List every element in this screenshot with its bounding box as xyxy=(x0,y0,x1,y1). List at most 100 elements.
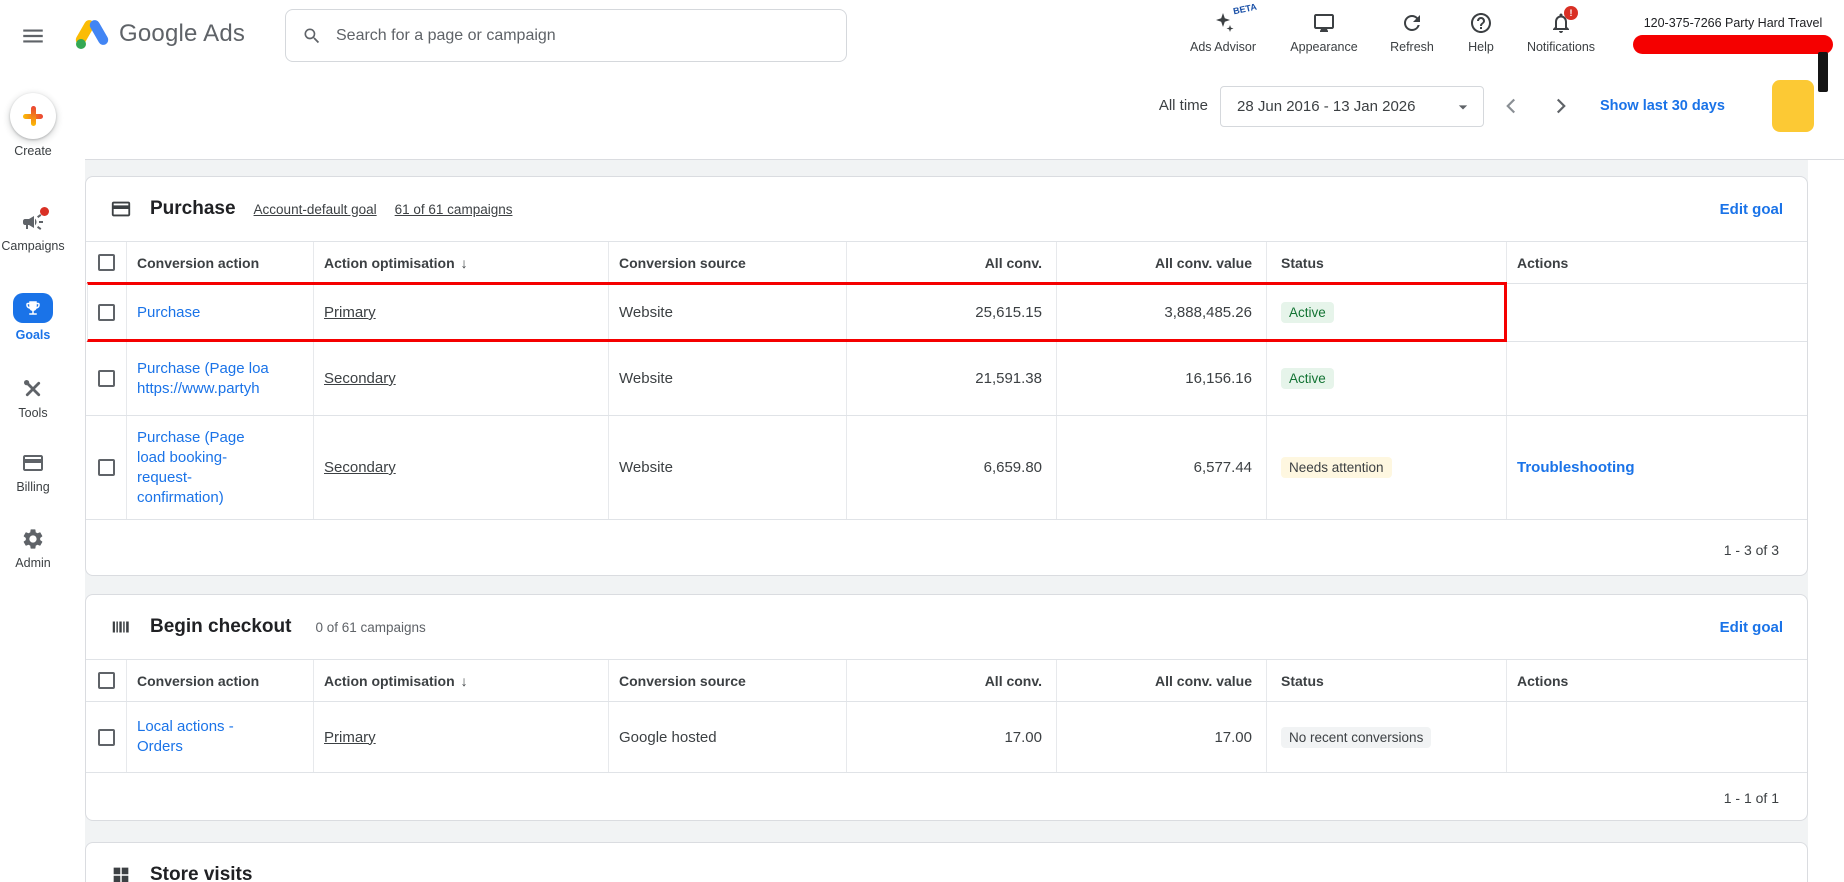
campaigns-count-link[interactable]: 61 of 61 campaigns xyxy=(395,202,513,217)
action-optimisation-value[interactable]: Primary xyxy=(324,729,376,746)
scrollbar-thumb[interactable] xyxy=(1818,52,1828,92)
google-ads-logo-mark xyxy=(73,18,111,50)
sidebar-item-label: Campaigns xyxy=(1,239,65,253)
conversion-source-value: Website xyxy=(619,370,673,387)
edit-goal-link[interactable]: Edit goal xyxy=(1720,201,1783,218)
action-optimisation-value[interactable]: Primary xyxy=(324,304,376,321)
sidebar-item-create[interactable]: Create xyxy=(0,93,66,158)
select-all-checkbox[interactable] xyxy=(97,254,115,271)
col-all-conv-value[interactable]: All conv. value xyxy=(1056,660,1266,701)
sidebar-item-tools[interactable]: Tools xyxy=(0,377,66,420)
top-bar: Google Ads BETA Ads Advisor Appearance xyxy=(0,0,1844,73)
account-name: 120-375-7266 Party Hard Travel xyxy=(1643,16,1823,30)
select-all-checkbox[interactable] xyxy=(97,672,115,689)
col-conversion-action[interactable]: Conversion action xyxy=(126,660,313,701)
col-all-conv-value[interactable]: All conv. value xyxy=(1056,242,1266,283)
campaigns-notification-dot xyxy=(40,207,49,216)
goal-card-purchase: Purchase Account-default goal 61 of 61 c… xyxy=(85,176,1808,576)
previous-period-button[interactable] xyxy=(1498,93,1524,119)
sidebar-item-billing[interactable]: Billing xyxy=(0,451,66,494)
conversion-source-value: Google hosted xyxy=(619,728,717,746)
goal-title: Begin checkout xyxy=(150,616,292,637)
account-default-goal-link[interactable]: Account-default goal xyxy=(254,202,377,217)
begin-checkout-goal-icon xyxy=(110,616,132,638)
sidebar-item-label: Billing xyxy=(16,480,50,494)
menu-icon[interactable] xyxy=(20,23,46,49)
troubleshooting-link[interactable]: Troubleshooting xyxy=(1517,459,1635,476)
edit-goal-link[interactable]: Edit goal xyxy=(1720,619,1783,636)
pagination-range: 1 - 1 of 1 xyxy=(1723,790,1779,806)
conversion-action-link[interactable]: Local actions - Orders xyxy=(137,717,234,757)
nav-label: Refresh xyxy=(1390,40,1434,54)
nav-appearance[interactable]: Appearance xyxy=(1289,11,1359,54)
action-optimisation-value[interactable]: Secondary xyxy=(324,459,396,476)
all-conv-value-cell: 6,577.44 xyxy=(1193,459,1252,476)
pagination-range: 1 - 3 of 3 xyxy=(1723,541,1779,558)
table-header-row: Conversion action Action optimisation ↓ C… xyxy=(86,659,1807,702)
col-actions: Actions xyxy=(1506,242,1807,283)
date-range-picker[interactable]: 28 Jun 2016 - 13 Jan 2026 xyxy=(1220,86,1484,127)
show-last-30-days-link[interactable]: Show last 30 days xyxy=(1600,98,1725,114)
col-action-optimisation[interactable]: Action optimisation ↓ xyxy=(313,242,608,283)
search-icon xyxy=(302,26,322,46)
feedback-tab[interactable] xyxy=(1772,80,1814,132)
next-period-button[interactable] xyxy=(1548,93,1574,119)
chevron-down-icon xyxy=(1453,97,1473,117)
col-all-conv[interactable]: All conv. xyxy=(846,660,1056,701)
pagination: 1 - 3 of 3 xyxy=(86,520,1807,575)
status-badge: Active xyxy=(1281,368,1334,389)
refresh-icon xyxy=(1400,11,1424,35)
col-conversion-source[interactable]: Conversion source xyxy=(608,242,846,283)
trophy-icon xyxy=(13,293,53,323)
sidebar-item-campaigns[interactable]: Campaigns xyxy=(0,207,66,253)
goal-title: Purchase xyxy=(150,198,236,219)
appearance-icon xyxy=(1312,11,1336,35)
search-bar[interactable] xyxy=(285,9,847,62)
status-badge: Needs attention xyxy=(1281,457,1392,478)
goal-card-partial: Store visits xyxy=(85,842,1808,882)
sidebar-item-goals[interactable]: Goals xyxy=(0,293,66,342)
goal-card-header: Store visits xyxy=(86,843,1807,882)
sidebar-item-label: Admin xyxy=(15,556,51,570)
nav-refresh[interactable]: Refresh xyxy=(1387,11,1437,54)
row-checkbox[interactable] xyxy=(97,728,115,746)
table-row: Local actions - Orders Primary Google ho… xyxy=(86,702,1807,773)
col-status[interactable]: Status xyxy=(1266,660,1506,701)
col-status[interactable]: Status xyxy=(1266,242,1506,283)
account-info[interactable]: 120-375-7266 Party Hard Travel xyxy=(1633,16,1833,54)
goal-card-header: Begin checkout 0 of 61 campaigns Edit go… xyxy=(86,595,1807,659)
nav-ads-advisor[interactable]: BETA Ads Advisor xyxy=(1185,2,1261,54)
col-actions: Actions xyxy=(1506,660,1807,701)
row-checkbox[interactable] xyxy=(97,370,115,387)
conversion-action-link[interactable]: Purchase xyxy=(137,303,200,323)
all-time-label: All time xyxy=(1158,97,1208,114)
gear-icon xyxy=(21,527,45,551)
table-row: Purchase Primary Website 25,615.15 3,888… xyxy=(86,282,1807,342)
conversion-source-value: Website xyxy=(619,459,673,476)
sidebar-item-admin[interactable]: Admin xyxy=(0,527,66,570)
sort-descending-icon[interactable]: ↓ xyxy=(461,255,468,271)
col-all-conv[interactable]: All conv. xyxy=(846,242,1056,283)
search-input[interactable] xyxy=(334,25,830,46)
nav-notifications[interactable]: ! Notifications xyxy=(1521,6,1601,54)
pagination: 1 - 1 of 1 xyxy=(86,773,1807,820)
goal-card-begin-checkout: Begin checkout 0 of 61 campaigns Edit go… xyxy=(85,594,1808,821)
action-optimisation-value[interactable]: Secondary xyxy=(324,370,396,387)
nav-label: Notifications xyxy=(1526,40,1596,54)
google-ads-logo[interactable]: Google Ads xyxy=(73,18,245,50)
conversion-action-link[interactable]: Purchase (Page load booking- request- co… xyxy=(137,428,245,508)
col-action-optimisation[interactable]: Action optimisation ↓ xyxy=(313,660,608,701)
nav-label: Help xyxy=(1468,40,1494,54)
col-conversion-action[interactable]: Conversion action xyxy=(126,242,313,283)
nav-help[interactable]: Help xyxy=(1466,11,1496,54)
col-conversion-source[interactable]: Conversion source xyxy=(608,660,846,701)
campaigns-count-text: 0 of 61 campaigns xyxy=(315,619,426,635)
conversion-action-link[interactable]: Purchase (Page loa https://www.partyh xyxy=(137,359,269,399)
row-checkbox[interactable] xyxy=(97,304,115,321)
sort-descending-icon[interactable]: ↓ xyxy=(461,673,468,689)
row-checkbox[interactable] xyxy=(97,459,115,476)
all-conv-value-cell: 16,156.16 xyxy=(1185,370,1252,387)
sparkle-icon: BETA xyxy=(1211,2,1258,35)
date-range-value: 28 Jun 2016 - 13 Jan 2026 xyxy=(1237,98,1416,115)
notification-alert-badge: ! xyxy=(1564,6,1578,20)
